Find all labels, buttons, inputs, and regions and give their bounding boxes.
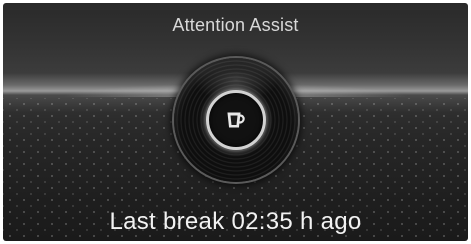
display-frame: Attention Assist Last break 02:35 h ago [0,0,471,244]
attention-assist-screen: Attention Assist Last break 02:35 h ago [3,3,468,241]
coffee-cup-icon [227,112,245,128]
screen-title: Attention Assist [172,15,299,35]
last-break-status: Last break 02:35 h ago [109,208,362,235]
